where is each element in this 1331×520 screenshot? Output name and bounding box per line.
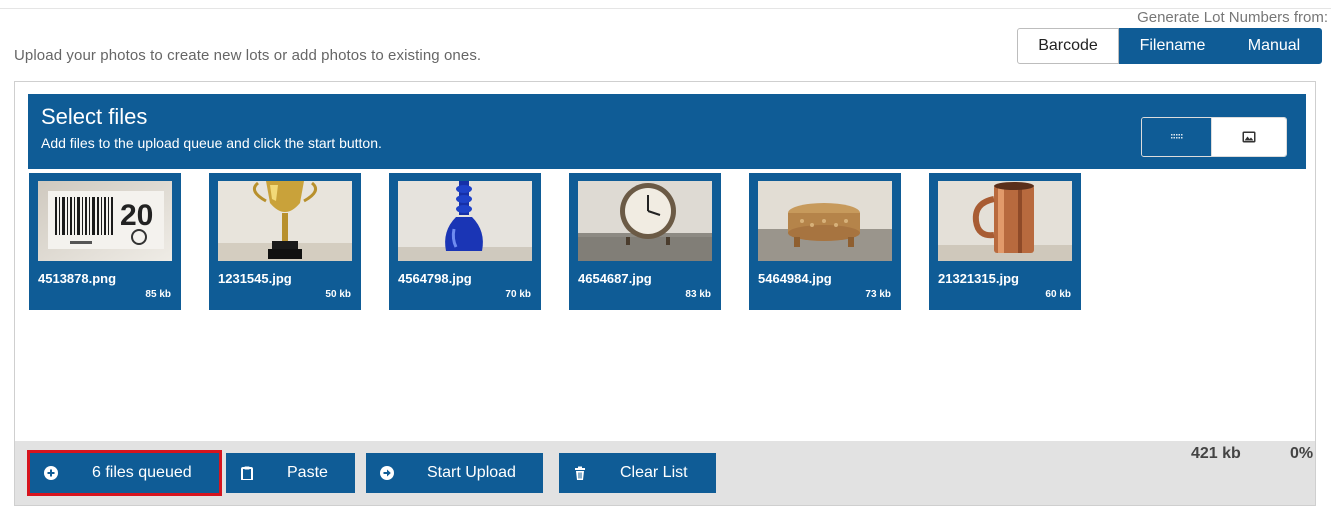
lot-number-source-toggle: Barcode Filename Manual — [1017, 28, 1322, 64]
file-name: 1231545.jpg — [218, 271, 292, 286]
top-divider — [0, 8, 1331, 9]
add-files-button[interactable]: 6 files queued — [27, 450, 222, 496]
file-name: 21321315.jpg — [938, 271, 1019, 286]
gold-trophy-photo — [218, 181, 352, 261]
file-size: 85 kb — [145, 289, 171, 300]
file-name: 5464984.jpg — [758, 271, 832, 286]
total-size: 421 kb — [1191, 445, 1241, 462]
file-thumbnail[interactable]: 20 4513878.png 85 kb — [29, 173, 181, 310]
lot-number-source-label: Generate Lot Numbers from: — [1137, 9, 1328, 26]
file-size: 60 kb — [1045, 289, 1071, 300]
arrow-right-circle-icon — [380, 466, 394, 480]
svg-text:20: 20 — [120, 199, 153, 232]
add-files-label: 6 files queued — [92, 464, 192, 481]
barcode-option-button[interactable]: Barcode — [1017, 28, 1119, 64]
start-upload-label: Start Upload — [427, 464, 516, 481]
select-files-header: Select files Add files to the upload que… — [28, 94, 1306, 169]
file-thumbnail[interactable]: 1231545.jpg 50 kb — [209, 173, 361, 310]
image-icon — [1242, 131, 1256, 143]
ornate-box-photo — [758, 181, 892, 261]
view-mode-toggle — [1141, 117, 1287, 157]
list-view-button[interactable] — [1142, 118, 1213, 156]
upload-footer: 6 files queued Paste Start Upload Clear … — [15, 441, 1315, 505]
copper-mug-photo — [938, 181, 1072, 261]
trash-icon — [575, 466, 585, 480]
image-view-button[interactable] — [1212, 118, 1286, 156]
paste-label: Paste — [287, 464, 328, 481]
blue-glass-bottle-photo — [398, 181, 532, 261]
file-thumbnail[interactable]: 5464984.jpg 73 kb — [749, 173, 901, 310]
list-icon — [1170, 134, 1183, 139]
file-size: 50 kb — [325, 289, 351, 300]
file-name: 4513878.png — [38, 271, 117, 286]
paste-button[interactable]: Paste — [226, 453, 355, 493]
file-size: 73 kb — [865, 289, 891, 300]
clear-list-label: Clear List — [620, 464, 688, 481]
alarm-clock-photo — [578, 181, 712, 261]
manual-option-button[interactable]: Manual — [1226, 28, 1322, 64]
header-subtitle: Add files to the upload queue and click … — [41, 135, 382, 151]
file-name: 4564798.jpg — [398, 271, 472, 286]
clear-list-button[interactable]: Clear List — [559, 453, 716, 493]
intro-text: Upload your photos to create new lots or… — [14, 47, 482, 64]
plus-circle-icon — [44, 466, 58, 480]
file-size: 83 kb — [685, 289, 711, 300]
file-thumbnail[interactable]: 21321315.jpg 60 kb — [929, 173, 1081, 310]
upload-progress-percent: 0% — [1290, 445, 1314, 462]
start-upload-button[interactable]: Start Upload — [366, 453, 543, 493]
filename-option-button[interactable]: Filename — [1119, 28, 1226, 64]
header-title: Select files — [41, 104, 148, 129]
clipboard-icon — [241, 466, 253, 480]
file-size: 70 kb — [505, 289, 531, 300]
file-thumbnail[interactable]: 4564798.jpg 70 kb — [389, 173, 541, 310]
upload-panel: Select files Add files to the upload que… — [14, 81, 1316, 506]
file-thumbnail[interactable]: 4654687.jpg 83 kb — [569, 173, 721, 310]
barcode-label-photo: 20 — [38, 181, 172, 261]
file-name: 4654687.jpg — [578, 271, 652, 286]
